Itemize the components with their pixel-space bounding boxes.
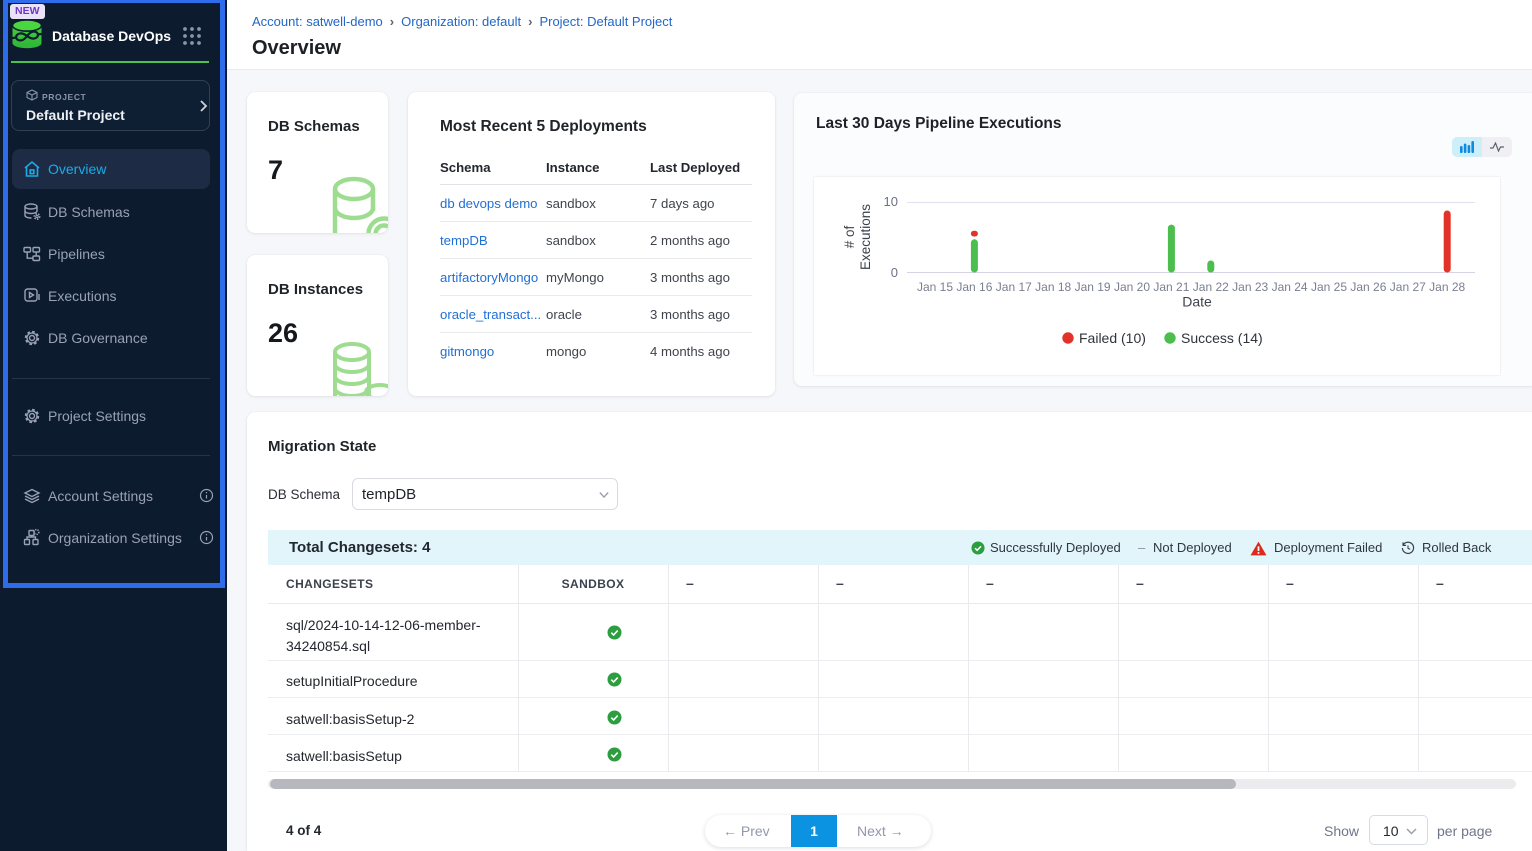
svg-text:0: 0 xyxy=(891,265,898,280)
svg-text:Jan 27: Jan 27 xyxy=(1390,280,1426,294)
svg-text:Executions: Executions xyxy=(858,204,873,270)
svg-text:Jan 28: Jan 28 xyxy=(1429,280,1465,294)
svg-text:Jan 19: Jan 19 xyxy=(1075,280,1111,294)
svg-text:Jan 17: Jan 17 xyxy=(996,280,1032,294)
svg-text:# of: # of xyxy=(842,225,857,248)
svg-text:Jan 26: Jan 26 xyxy=(1350,280,1386,294)
svg-text:Jan 22: Jan 22 xyxy=(1193,280,1229,294)
svg-text:Jan 16: Jan 16 xyxy=(956,280,992,294)
svg-text:Date: Date xyxy=(1182,294,1212,310)
svg-text:Jan 24: Jan 24 xyxy=(1272,280,1308,294)
svg-text:10: 10 xyxy=(884,194,898,209)
svg-text:Jan 20: Jan 20 xyxy=(1114,280,1150,294)
svg-text:Jan 18: Jan 18 xyxy=(1035,280,1071,294)
svg-text:Jan 25: Jan 25 xyxy=(1311,280,1347,294)
svg-text:Jan 15: Jan 15 xyxy=(917,280,953,294)
svg-text:Jan 23: Jan 23 xyxy=(1232,280,1268,294)
svg-text:Success (14): Success (14) xyxy=(1181,330,1263,346)
svg-text:Failed (10): Failed (10) xyxy=(1079,330,1146,346)
svg-text:Jan 21: Jan 21 xyxy=(1153,280,1189,294)
